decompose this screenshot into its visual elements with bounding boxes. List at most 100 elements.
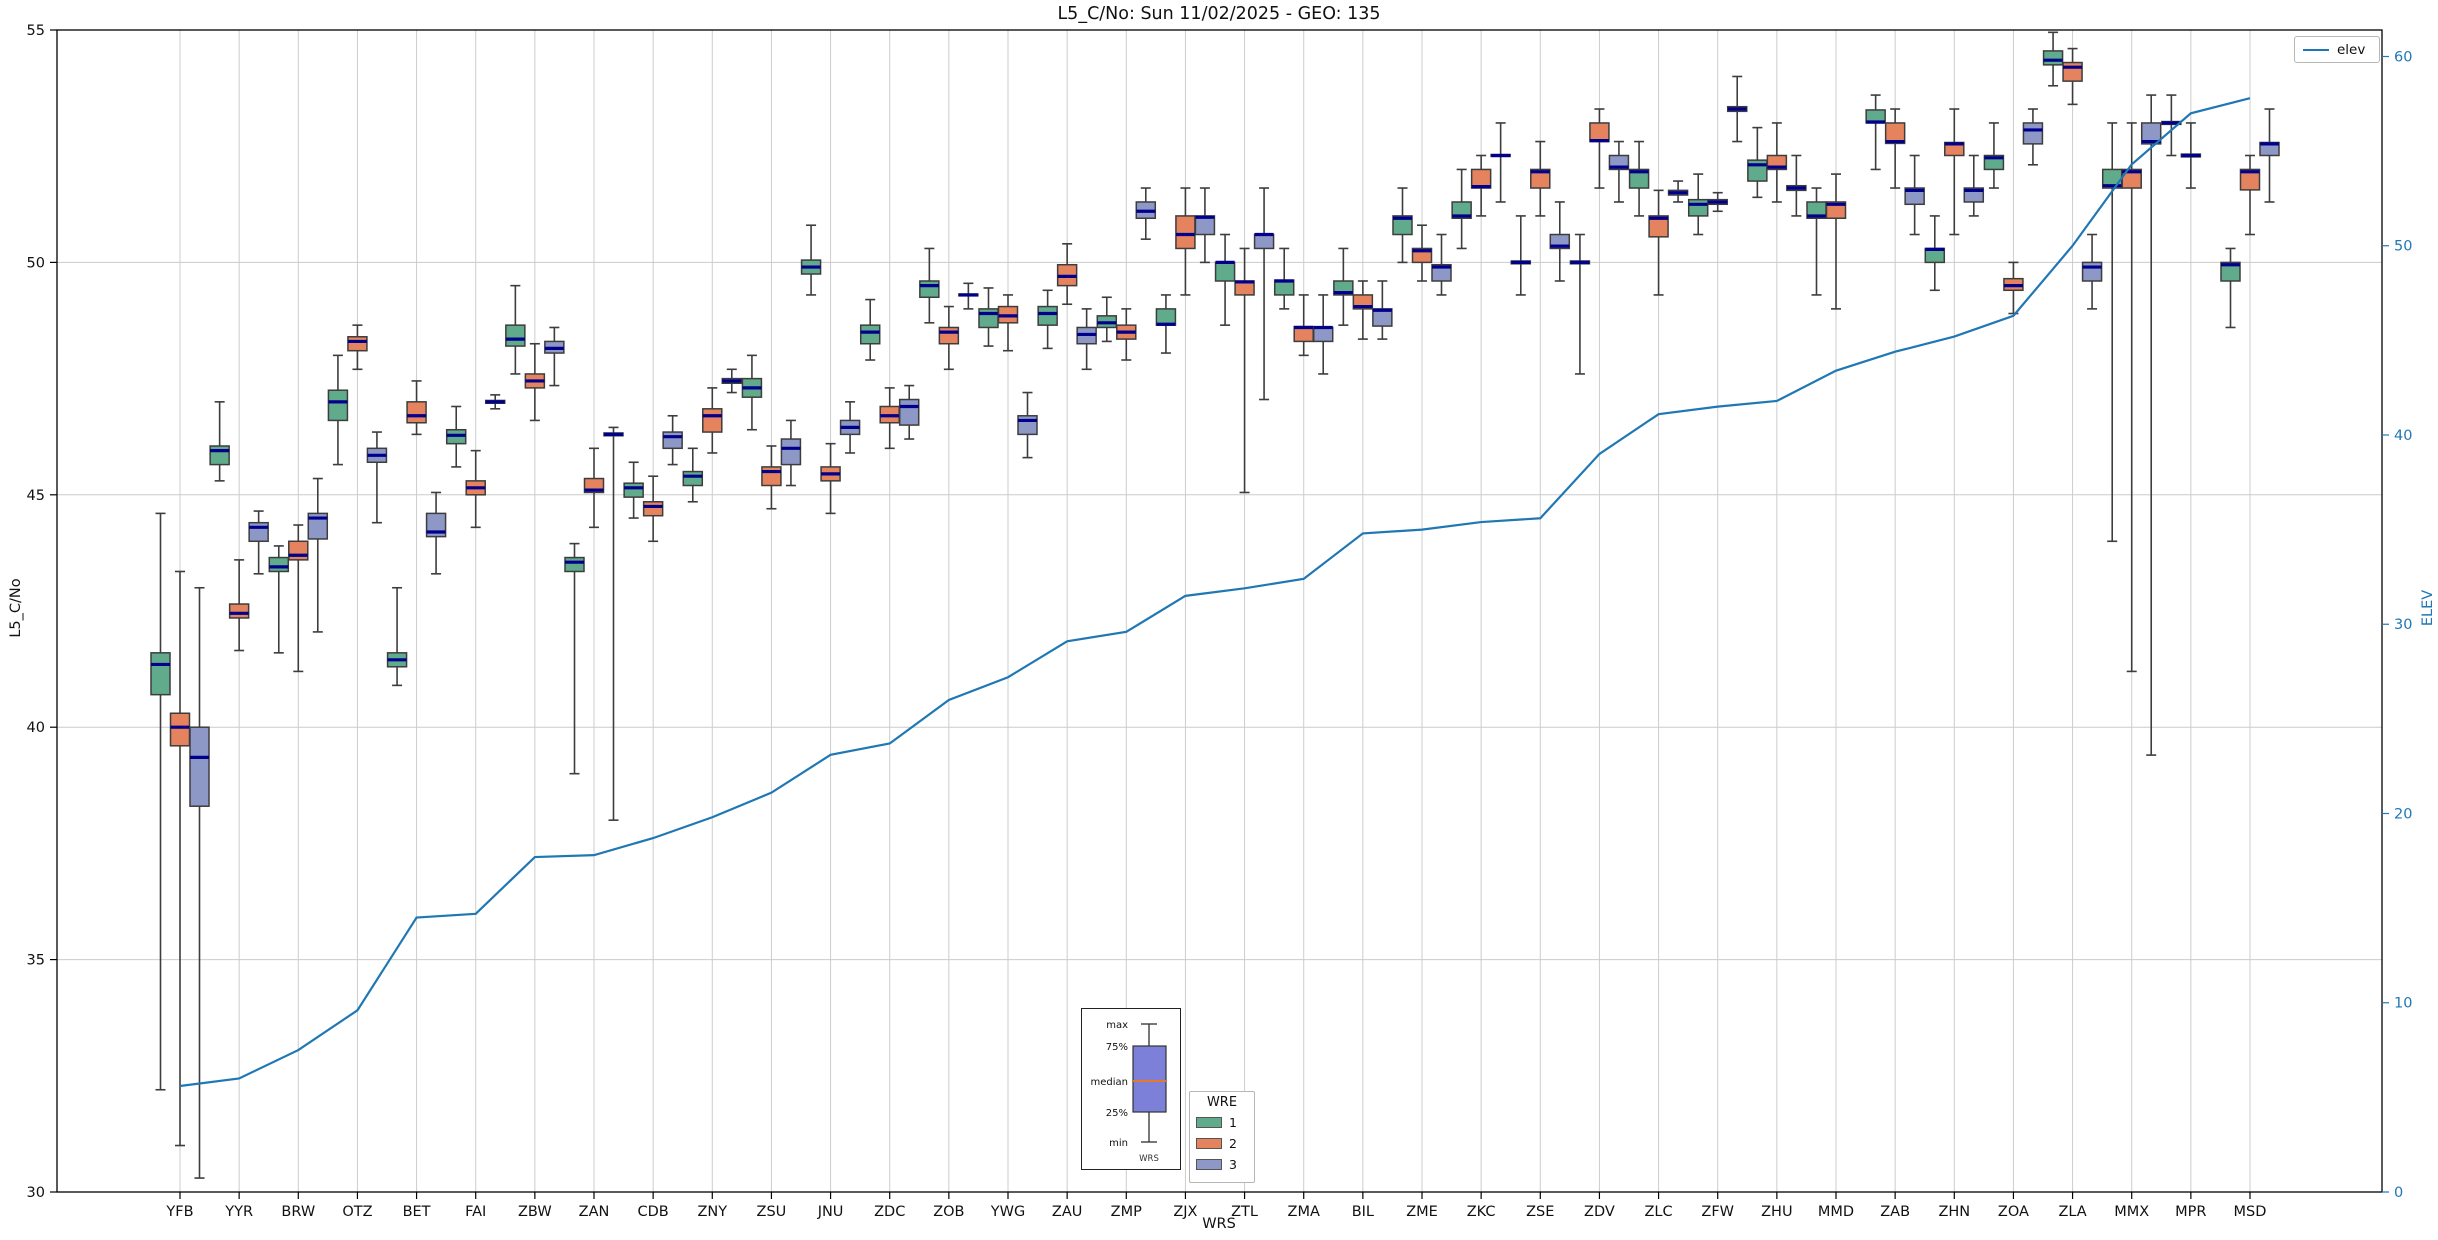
box-CDB-wre1 <box>623 461 644 519</box>
box-ZDC-wre1 <box>859 298 881 361</box>
y-tick-label: 30 <box>27 1185 45 1201</box>
y2-tick-label: 10 <box>2394 996 2412 1012</box>
box-MMD-wre1 <box>1806 187 1827 296</box>
y2-axis-label: ELEV <box>2420 589 2436 627</box>
elev-line <box>179 97 2251 1088</box>
box-YFB-wre1 <box>150 512 171 1091</box>
box-ZLC-wre2 <box>1648 189 1669 296</box>
wre-legend: WRE 1 2 3 <box>1189 1091 1255 1183</box>
y2-tick-label: 50 <box>2394 239 2412 255</box>
y-axis-label: L5_C/No <box>8 578 24 638</box>
box-YFB-wre2 <box>169 570 191 1147</box>
box-ZMP-wre1 <box>1096 296 1118 343</box>
elev-legend-label: elev <box>2337 41 2366 58</box>
box-ZSE-wre1 <box>1510 215 1532 296</box>
wre-legend-item: 2 <box>1196 1133 1248 1154</box>
chart-canvas: 3035404550550102030405060YFB YYR BRW OTZ BET… <box>27 23 2413 1220</box>
box-MMD-wre2 <box>1825 173 1847 310</box>
box-JNU-wre2 <box>820 442 841 515</box>
anatomy-xlabel: WRS <box>1139 1154 1159 1164</box>
box-BET-wre2 <box>406 380 427 436</box>
box-YWG-wre2 <box>997 294 1019 352</box>
box-ZDV-wre1 <box>1569 233 1591 375</box>
box-ZOB-wre3 <box>958 282 979 310</box>
box-CDB-wre2 <box>642 475 664 543</box>
wre-legend-item: 1 <box>1196 1112 1248 1133</box>
box-ZME-wre3 <box>1431 233 1452 296</box>
box-MMX-wre1 <box>2101 122 2123 543</box>
chart-title: L5_C/No: Sun 11/02/2025 - GEO: 135 <box>1057 4 1381 24</box>
box-ZKC-wre2 <box>1470 154 1492 217</box>
box-ZDC-wre3 <box>898 384 920 440</box>
box-ZAB-wre1 <box>1865 94 1886 171</box>
box-ZMP-wre3 <box>1135 187 1157 240</box>
box-OTZ-wre2 <box>347 324 368 371</box>
box-ZBW-wre2 <box>524 342 546 422</box>
anatomy-min-label: min <box>1109 1138 1128 1149</box>
anatomy-max-label: max <box>1106 1020 1128 1031</box>
box-ZME-wre2 <box>1411 224 1433 282</box>
box-ZAB-wre2 <box>1884 108 1906 189</box>
box-ZSE-wre3 <box>1549 201 1571 282</box>
box-ZFW-wre3 <box>1726 75 1748 143</box>
box-ZHU-wre3 <box>1786 154 1807 217</box>
box-MMX-wre2 <box>2121 122 2142 673</box>
box-ZAU-wre3 <box>1076 308 1097 371</box>
box-ZHU-wre1 <box>1747 126 1768 199</box>
box-ZLC-wre1 <box>1628 140 1650 217</box>
box-ZNY-wre2 <box>702 387 723 454</box>
box-BIL-wre3 <box>1372 280 1393 340</box>
box-ZFW-wre2 <box>1707 191 1728 213</box>
box-OTZ-wre3 <box>366 431 388 524</box>
box-ZDV-wre3 <box>1608 140 1630 203</box>
box-ZSU-wre3 <box>780 419 802 487</box>
box-YYR-wre3 <box>248 510 269 575</box>
box-ZLA-wre1 <box>2042 31 2064 87</box>
box-ZAN-wre1 <box>564 542 585 775</box>
x-axis-label: WRS <box>1202 1216 1236 1232</box>
box-FAI-wre3 <box>484 394 506 410</box>
elev-legend: elev <box>2294 36 2380 63</box>
wre-label-3: 3 <box>1229 1157 1237 1172</box>
box-ZAN-wre2 <box>583 447 605 529</box>
box-ZMA-wre3 <box>1312 294 1334 375</box>
anatomy-q3-label: 75% <box>1106 1042 1128 1053</box>
y2-tick-label: 30 <box>2394 617 2412 633</box>
box-ZMP-wre2 <box>1116 308 1137 361</box>
box-ZOA-wre2 <box>2003 261 2024 315</box>
boxplots <box>150 31 2280 1179</box>
box-ZDC-wre2 <box>879 387 900 450</box>
box-MSD-wre2 <box>2239 154 2261 236</box>
box-ZAU-wre2 <box>1056 243 1078 306</box>
box-MSD-wre3 <box>2259 108 2280 203</box>
box-ZBW-wre3 <box>544 326 565 387</box>
y-tick-label: 35 <box>27 953 45 969</box>
box-OTZ-wre1 <box>327 354 349 466</box>
wre-swatch-2 <box>1196 1138 1222 1149</box>
y-tick-label: 40 <box>27 720 45 736</box>
box-YWG-wre3 <box>1017 391 1038 459</box>
box-MSD-wre1 <box>2220 247 2241 329</box>
box-BIL-wre2 <box>1352 280 1374 340</box>
box-ZFW-wre1 <box>1687 173 1709 236</box>
elev-line-swatch <box>2303 48 2329 51</box>
box-ZME-wre1 <box>1392 187 1413 264</box>
y2-tick-label: 60 <box>2394 49 2412 65</box>
box-ZAU-wre1 <box>1037 289 1058 350</box>
wre-swatch-3 <box>1196 1159 1222 1170</box>
wre-swatch-1 <box>1196 1117 1222 1128</box>
wre-legend-title: WRE <box>1206 1095 1238 1110</box>
box-BRW-wre2 <box>288 524 309 673</box>
y-tick-label: 50 <box>27 255 45 271</box>
boxplot-anatomy-inset: max 75% median 25% min WRS <box>1081 1008 1181 1170</box>
y-tick-label: 55 <box>27 23 45 39</box>
box-YYR-wre1 <box>209 401 230 482</box>
box-YWG-wre1 <box>978 287 999 347</box>
anatomy-q1-label: 25% <box>1106 1108 1128 1119</box>
box-ZJX-wre2 <box>1175 187 1196 296</box>
y2-tick-label: 20 <box>2394 806 2412 822</box>
wre-label-1: 1 <box>1229 1115 1237 1130</box>
box-ZHN-wre1 <box>1924 215 1946 292</box>
box-ZLA-wre2 <box>2062 47 2083 106</box>
box-BRW-wre3 <box>307 477 329 633</box>
